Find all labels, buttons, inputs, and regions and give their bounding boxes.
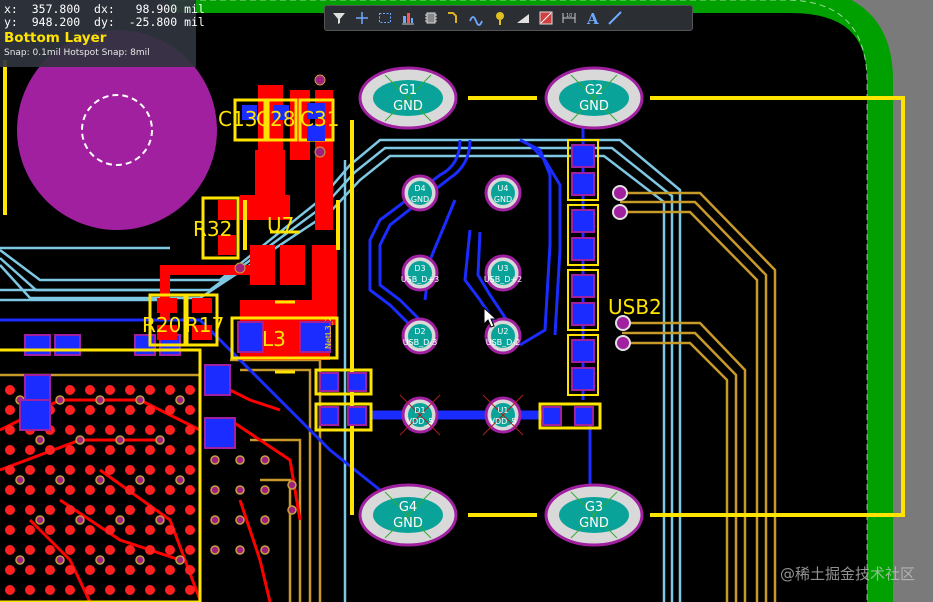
svg-text:10: 10 <box>566 13 572 19</box>
d3-net: USB_D+3 <box>401 275 439 284</box>
g1-ref: G1 <box>399 83 417 98</box>
active-bar-toolbar: 10 A <box>324 5 693 31</box>
g1-net: GND <box>393 99 423 114</box>
u4-net: GND <box>494 195 512 204</box>
current-layer: Bottom Layer <box>4 30 107 46</box>
u2-net: USB_D-2 <box>486 338 521 347</box>
d4-ref: D4 <box>414 184 425 193</box>
pad-g3[interactable]: G3 GND <box>544 483 644 547</box>
pad-g4[interactable]: G4 GND <box>358 483 458 547</box>
pcb-canvas[interactable]: G1 GND G2 GND G4 GND G3 GND D4 GND U4 GN… <box>0 0 933 602</box>
g2-net: GND <box>579 99 609 114</box>
pad-d3[interactable]: D3 USB_D+3 <box>401 254 439 292</box>
u3-net: USB_D+2 <box>484 275 522 284</box>
fill-icon[interactable] <box>512 7 534 29</box>
component-icon[interactable] <box>420 7 442 29</box>
via-icon[interactable] <box>489 7 511 29</box>
line-icon[interactable] <box>604 7 626 29</box>
u3-ref: U3 <box>498 264 509 273</box>
g2-ref: G2 <box>585 83 603 98</box>
d1-ref: D1 <box>414 406 425 415</box>
pad-u3[interactable]: U3 USB_D+2 <box>484 254 522 292</box>
d4-net: GND <box>411 195 429 204</box>
label-usb2: USB2 <box>608 295 662 319</box>
x-label: x: <box>4 2 18 16</box>
label-l3: L3 <box>262 327 286 351</box>
text-icon[interactable]: A <box>581 7 603 29</box>
g3-net: GND <box>579 516 609 531</box>
pad-u1[interactable]: U1 VDD_5 <box>482 394 524 436</box>
pad-d1[interactable]: D1 VDD_5 <box>399 394 441 436</box>
align-icon[interactable] <box>397 7 419 29</box>
x-value: 357.800 <box>31 2 81 16</box>
u1-ref: U1 <box>498 406 509 415</box>
g4-ref: G4 <box>399 500 417 515</box>
label-r17: R17 <box>185 313 224 337</box>
g4-net: GND <box>393 516 423 531</box>
y-label: y: <box>4 15 18 29</box>
d3-ref: D3 <box>414 264 425 273</box>
label-u7: U7 <box>267 213 294 237</box>
dy-label: dy: <box>94 15 115 29</box>
pad-u4[interactable]: U4 GND <box>484 174 522 212</box>
diff-pair-icon[interactable] <box>466 7 488 29</box>
label-net-l3: NetL3_2 <box>324 316 333 349</box>
label-r20: R20 <box>142 313 181 337</box>
watermark: @稀土掘金技术社区 <box>779 565 915 583</box>
select-rectangle-icon[interactable] <box>374 7 396 29</box>
y-value: 948.200 <box>31 15 81 29</box>
pad-d2[interactable]: D2 USB_D-3 <box>401 317 439 355</box>
polygon-icon[interactable] <box>535 7 557 29</box>
g3-ref: G3 <box>585 500 603 515</box>
dx-value: 98.900 mil <box>135 2 205 16</box>
svg-text:A: A <box>586 10 599 26</box>
snap-settings: Snap: 0.1mil Hotspot Snap: 8mil <box>4 48 150 58</box>
u2-ref: U2 <box>498 327 509 336</box>
route-icon[interactable] <box>443 7 465 29</box>
dx-label: dx: <box>94 2 115 16</box>
dy-value: -25.800 mil <box>128 15 205 29</box>
d2-ref: D2 <box>414 327 425 336</box>
dimension-icon[interactable]: 10 <box>558 7 580 29</box>
label-r32: R32 <box>193 217 232 241</box>
label-c13: C13 <box>218 107 257 131</box>
label-c31: C31 <box>300 107 339 131</box>
d1-net: VDD_5 <box>407 417 434 426</box>
u4-ref: U4 <box>498 184 509 193</box>
coordinate-readout: x: 357.800 dx: 98.900 mil y: 948.200 dy:… <box>0 0 205 67</box>
pad-g2[interactable]: G2 GND <box>544 66 644 130</box>
crosshair-icon[interactable] <box>351 7 373 29</box>
pad-d4[interactable]: D4 GND <box>401 174 439 212</box>
d2-net: USB_D-3 <box>403 338 438 347</box>
filter-icon[interactable] <box>328 7 350 29</box>
pad-g1[interactable]: G1 GND <box>358 66 458 130</box>
u1-net: VDD_5 <box>490 417 517 426</box>
label-c28: C28 <box>256 107 295 131</box>
coord-y-row: y: 948.200 dy: -25.800 mil <box>4 15 205 29</box>
